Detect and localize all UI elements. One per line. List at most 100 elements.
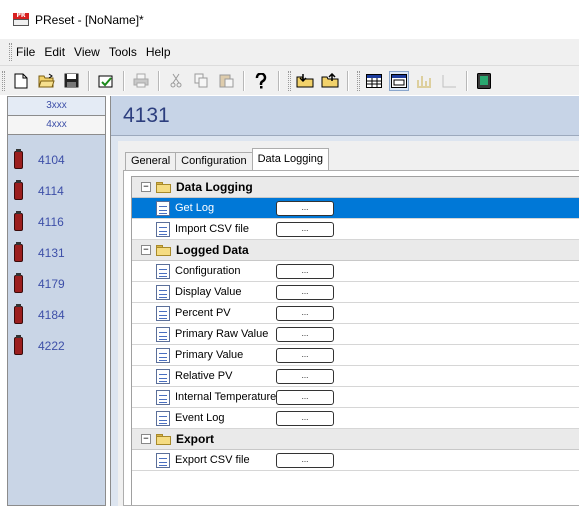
menu-edit[interactable]: Edit	[44, 45, 65, 59]
menu-file[interactable]: File	[16, 45, 35, 59]
menu-view[interactable]: View	[74, 45, 100, 59]
group-logged-data[interactable]: − Logged Data	[132, 240, 579, 261]
device-item-4131[interactable]: 4131	[8, 237, 105, 268]
device-item-4114[interactable]: 4114	[8, 175, 105, 206]
device-label: 4131	[38, 245, 65, 260]
toolbar-separator	[278, 70, 280, 91]
read-from-device-icon[interactable]	[295, 71, 315, 91]
print-icon[interactable]	[131, 71, 151, 91]
tab-general[interactable]: General	[125, 152, 177, 170]
group-data-logging[interactable]: − Data Logging	[132, 177, 579, 198]
paste-icon[interactable]	[216, 71, 236, 91]
device-label: 4179	[38, 276, 65, 291]
document-icon	[156, 221, 170, 237]
document-icon	[156, 452, 170, 468]
primary-raw-value-browse-button[interactable]: ...	[276, 326, 334, 342]
event-log-browse-button[interactable]: ...	[276, 410, 334, 426]
device-item-4104[interactable]: 4104	[8, 144, 105, 175]
device-label: 4114	[38, 183, 64, 198]
group-export[interactable]: − Export	[132, 429, 579, 450]
collapse-toggle[interactable]: −	[141, 434, 151, 444]
device-module-icon	[14, 273, 23, 294]
internal-temperature-browse-button[interactable]: ...	[276, 389, 334, 405]
help-icon[interactable]	[251, 71, 271, 91]
toolbar	[0, 65, 579, 95]
device-item-4116[interactable]: 4116	[8, 206, 105, 237]
sidebar-tab-4xxx[interactable]: 4xxx	[8, 116, 105, 135]
form-view-icon[interactable]	[389, 70, 409, 91]
folder-icon	[156, 244, 171, 256]
toolbar-grip-handle[interactable]	[357, 70, 360, 91]
device-item-4179[interactable]: 4179	[8, 268, 105, 299]
menu-help[interactable]: Help	[146, 45, 171, 59]
tab-strip: General Configuration Data Logging	[125, 148, 330, 170]
document-icon	[156, 347, 170, 363]
menu-tools[interactable]: Tools	[109, 45, 137, 59]
item-import-csv-file[interactable]: Import CSV file ...	[132, 219, 579, 240]
panel-title: 4131	[123, 103, 170, 127]
table-view-icon[interactable]	[364, 71, 384, 91]
toolbar-grip-handle[interactable]	[288, 70, 291, 91]
chart-view-icon[interactable]	[414, 71, 434, 91]
cut-icon[interactable]	[166, 71, 186, 91]
monitor-icon[interactable]	[474, 71, 494, 91]
device-module-icon	[14, 211, 23, 232]
primary-value-browse-button[interactable]: ...	[276, 347, 334, 363]
item-get-log[interactable]: Get Log ...	[132, 198, 579, 219]
import-csv-browse-button[interactable]: ...	[276, 221, 334, 237]
device-item-4222[interactable]: 4222	[8, 330, 105, 361]
device-label: 4184	[38, 307, 65, 322]
save-disk-icon[interactable]	[61, 71, 81, 91]
device-module-icon	[14, 335, 23, 356]
wizard-icon[interactable]	[96, 71, 116, 91]
open-folder-icon[interactable]	[36, 71, 56, 91]
item-label: Import CSV file	[175, 223, 249, 235]
write-to-device-icon[interactable]	[320, 71, 340, 91]
document-icon	[156, 368, 170, 384]
device-label: 4104	[38, 152, 65, 167]
display-value-browse-button[interactable]: ...	[276, 284, 334, 300]
device-module-icon	[14, 242, 23, 263]
export-csv-browse-button[interactable]: ...	[276, 452, 334, 468]
item-display-value[interactable]: Display Value ...	[132, 282, 579, 303]
toolbar-grip-handle[interactable]	[2, 70, 5, 91]
tab-configuration[interactable]: Configuration	[175, 152, 253, 170]
item-percent-pv[interactable]: Percent PV ...	[132, 303, 579, 324]
percent-pv-browse-button[interactable]: ...	[276, 305, 334, 321]
sidebar-tab-3xxx[interactable]: 3xxx	[8, 97, 105, 116]
device-sidebar: 3xxx 4xxx 4104 4114 4116 4131 4179 4184	[7, 96, 106, 506]
copy-icon[interactable]	[191, 71, 211, 91]
item-label: Primary Value	[175, 349, 244, 361]
collapse-toggle[interactable]: −	[141, 182, 151, 192]
item-relative-pv[interactable]: Relative PV ...	[132, 366, 579, 387]
menu-bar: File Edit View Tools Help	[0, 39, 579, 65]
item-label: Get Log	[175, 202, 215, 214]
document-icon	[156, 263, 170, 279]
collapse-toggle[interactable]: −	[141, 245, 151, 255]
relative-pv-browse-button[interactable]: ...	[276, 368, 334, 384]
item-label: Configuration	[175, 265, 241, 277]
tab-area: General Configuration Data Logging − Dat…	[118, 141, 579, 506]
new-document-icon[interactable]	[11, 71, 31, 91]
configuration-browse-button[interactable]: ...	[276, 263, 334, 279]
toolbar-separator	[466, 70, 468, 91]
item-export-csv-file[interactable]: Export CSV file ...	[132, 450, 579, 471]
item-label: Percent PV	[175, 307, 231, 319]
item-primary-raw-value[interactable]: Primary Raw Value ...	[132, 324, 579, 345]
document-icon	[156, 284, 170, 300]
item-configuration[interactable]: Configuration ...	[132, 261, 579, 282]
device-item-4184[interactable]: 4184	[8, 299, 105, 330]
document-icon	[156, 410, 170, 426]
title-bar: PR PReset - [NoName]*	[0, 0, 579, 39]
graph-view-icon[interactable]	[439, 71, 459, 91]
item-internal-temperature[interactable]: Internal Temperature ...	[132, 387, 579, 408]
item-label: Primary Raw Value	[175, 328, 269, 340]
menu-grip-handle[interactable]	[9, 43, 12, 61]
get-log-browse-button[interactable]: ...	[276, 200, 334, 216]
item-event-log[interactable]: Event Log ...	[132, 408, 579, 429]
item-label: Event Log	[175, 412, 225, 424]
document-icon	[156, 200, 170, 216]
item-label: Display Value	[175, 286, 242, 298]
item-primary-value[interactable]: Primary Value ...	[132, 345, 579, 366]
tab-data-logging[interactable]: Data Logging	[251, 148, 330, 170]
